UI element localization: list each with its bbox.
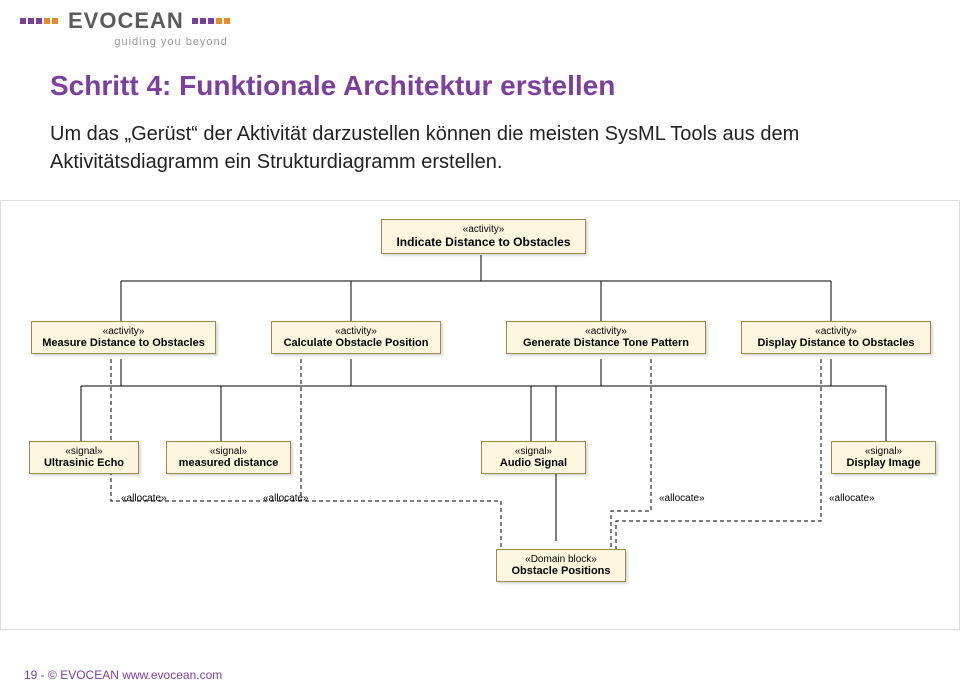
node-stereotype: «activity»: [748, 326, 924, 337]
node-name: Calculate Obstacle Position: [278, 337, 434, 349]
label-allocate-1: «allocate»: [121, 493, 167, 504]
brand-wordmark: EVOCEAN: [68, 8, 184, 34]
node-stereotype: «activity»: [38, 326, 209, 337]
node-name: Ultrasinic Echo: [36, 457, 132, 469]
node-activity-calculate: «activity» Calculate Obstacle Position: [271, 321, 441, 354]
node-stereotype: «activity»: [513, 326, 699, 337]
structure-diagram: «activity» Indicate Distance to Obstacle…: [0, 200, 960, 630]
node-signal-measured-distance: «signal» measured distance: [166, 441, 291, 474]
node-stereotype: «Domain block»: [503, 554, 619, 565]
diagram-connectors: [1, 201, 960, 631]
page-footer: 19 - © EVOCEAN www.evocean.com: [24, 668, 222, 682]
node-root-activity: «activity» Indicate Distance to Obstacle…: [381, 219, 586, 254]
node-domain-block: «Domain block» Obstacle Positions: [496, 549, 626, 582]
node-stereotype: «activity»: [278, 326, 434, 337]
node-name: measured distance: [173, 457, 284, 469]
node-stereotype: «signal»: [173, 446, 284, 457]
node-stereotype: «signal»: [488, 446, 579, 457]
node-signal-ultrasinic-echo: «signal» Ultrasinic Echo: [29, 441, 139, 474]
label-allocate-4: «allocate»: [829, 493, 875, 504]
node-name: Generate Distance Tone Pattern: [513, 337, 699, 349]
node-activity-display: «activity» Display Distance to Obstacles: [741, 321, 931, 354]
brand-tagline: guiding you beyond: [20, 36, 232, 48]
node-name: Display Distance to Obstacles: [748, 337, 924, 349]
label-allocate-2: «allocate»: [263, 493, 309, 504]
node-stereotype: «activity»: [388, 224, 579, 235]
node-name: Indicate Distance to Obstacles: [388, 235, 579, 249]
node-signal-display-image: «signal» Display Image: [831, 441, 936, 474]
node-activity-tone: «activity» Generate Distance Tone Patter…: [506, 321, 706, 354]
brand-logo: EVOCEAN guiding you beyond: [20, 8, 232, 48]
node-signal-audio: «signal» Audio Signal: [481, 441, 586, 474]
page-title: Schritt 4: Funktionale Architektur erste…: [50, 70, 615, 102]
label-allocate-3: «allocate»: [659, 493, 705, 504]
page-body-text: Um das „Gerüst“ der Aktivität darzustell…: [50, 120, 850, 176]
node-name: Obstacle Positions: [503, 565, 619, 577]
node-stereotype: «signal»: [838, 446, 929, 457]
node-activity-measure: «activity» Measure Distance to Obstacles: [31, 321, 216, 354]
node-name: Audio Signal: [488, 457, 579, 469]
node-name: Measure Distance to Obstacles: [38, 337, 209, 349]
node-name: Display Image: [838, 457, 929, 469]
node-stereotype: «signal»: [36, 446, 132, 457]
